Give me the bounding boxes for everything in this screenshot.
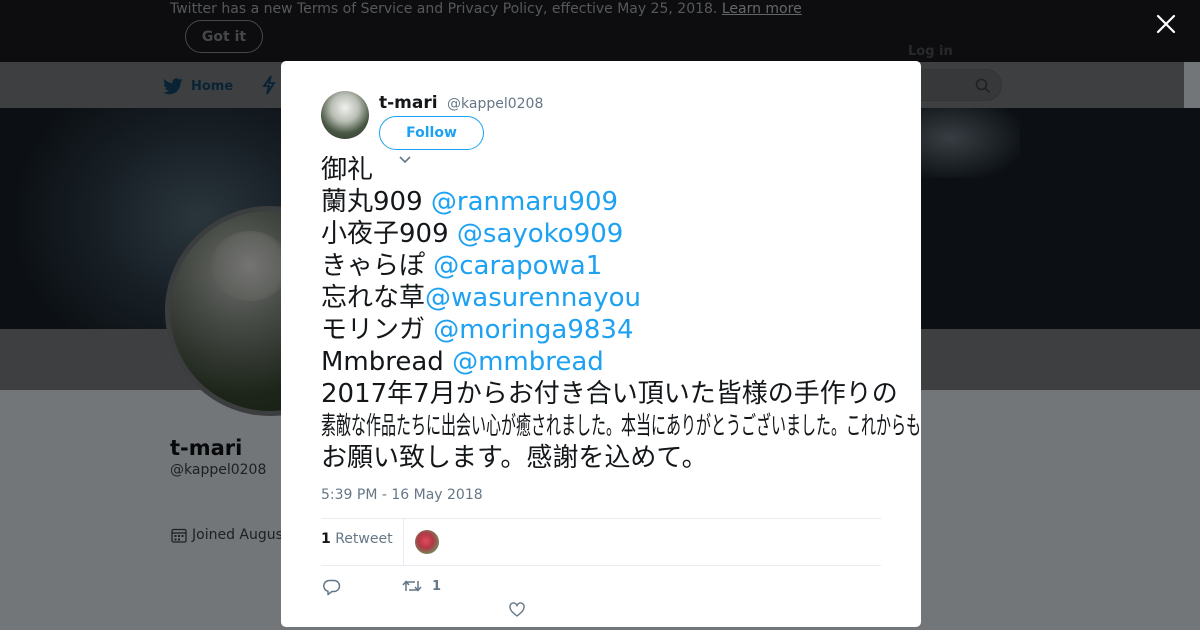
tweet-text: 御礼 蘭丸909 @ranmaru909 小夜子909 @sayoko909 き… — [321, 154, 921, 474]
divider — [403, 519, 404, 565]
mention-link[interactable]: @ranmaru909 — [431, 187, 618, 217]
retweet-stat[interactable]: 1 Retweet — [321, 531, 393, 547]
like-icon[interactable] — [509, 602, 525, 618]
tweet-line-text: 忘れな草 — [321, 283, 426, 313]
tweet-line: モリンガ @moringa9834 — [321, 314, 901, 346]
tweet-line: 2017年7月からお付き合い頂いた皆様の手作りの — [321, 378, 901, 410]
tweet-line: 蘭丸909 @ranmaru909 — [321, 186, 901, 218]
mention-link[interactable]: @sayoko909 — [457, 219, 623, 249]
tweet-line-text: 小夜子909 — [321, 219, 457, 249]
mention-link[interactable]: @moringa9834 — [433, 315, 633, 345]
tweet-line: きゃらぽ @carapowa1 — [321, 250, 901, 282]
tweet-line-text: モリンガ — [321, 315, 434, 345]
tweet-timestamp[interactable]: 5:39 PM - 16 May 2018 — [321, 487, 483, 503]
reply-icon[interactable] — [323, 578, 341, 596]
divider — [321, 565, 881, 566]
tweet-line-text: Mmbread — [321, 347, 453, 377]
tweet-line-text: 素敵な作品たちに出会い心が癒されました。本当にありがとうございました。これからも… — [321, 411, 921, 440]
mention-link[interactable]: @carapowa1 — [433, 251, 602, 281]
divider — [321, 518, 881, 519]
tweet-line-text: 2017年7月からお付き合い頂いた皆様の手作りの — [321, 379, 898, 409]
mention-link[interactable]: @mmbread — [452, 347, 604, 377]
tweet-line: お願い致します。感謝を込めて。 — [321, 442, 901, 474]
tweet-line-text: きゃらぽ — [321, 251, 434, 281]
tweet-line-text: 蘭丸909 — [321, 187, 431, 217]
follow-button[interactable]: Follow — [379, 116, 484, 150]
tweet-author-name[interactable]: t-mari — [379, 93, 438, 113]
tweet-line: Mmbread @mmbread — [321, 346, 901, 378]
tweet-line-text: お願い致します。感謝を込めて。 — [321, 443, 708, 473]
retweeter-avatar[interactable] — [415, 530, 439, 554]
tweet-line: 忘れな草@wasurennayou — [321, 282, 901, 314]
retweet-stat-count: 1 — [321, 531, 331, 547]
tweet-line: 素敵な作品たちに出会い心が癒されました。本当にありがとうございました。これからも… — [321, 410, 921, 442]
tweet-modal: t-mari @kappel0208 Follow 御礼 蘭丸909 @ranm… — [281, 61, 921, 627]
retweet-action-count: 1 — [432, 578, 442, 594]
tweet-line-text: 御礼 — [321, 155, 374, 185]
retweet-stat-label: Retweet — [335, 531, 393, 547]
close-icon[interactable] — [1154, 12, 1178, 36]
tweet-author-avatar[interactable] — [321, 91, 369, 139]
tweet-line: 御礼 — [321, 154, 901, 186]
retweet-icon — [402, 580, 422, 592]
tweet-line: 小夜子909 @sayoko909 — [321, 218, 901, 250]
retweet-action[interactable]: 1 — [402, 578, 441, 594]
tweet-author-handle[interactable]: @kappel0208 — [447, 96, 543, 112]
mention-link[interactable]: @wasurennayou — [425, 283, 641, 313]
